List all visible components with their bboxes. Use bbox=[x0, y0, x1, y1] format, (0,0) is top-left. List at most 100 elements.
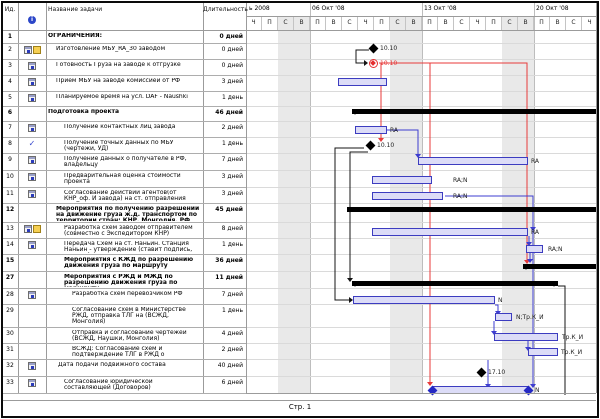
task-name-cell[interactable]: Разработка схем перевозчиком РФ bbox=[72, 291, 201, 303]
task-duration-cell[interactable]: 1 день bbox=[204, 94, 243, 101]
task-name-cell[interactable]: Получение точных данных по МБУ (чертежи,… bbox=[64, 140, 201, 152]
task-bar[interactable] bbox=[528, 348, 558, 356]
task-name-cell[interactable]: Мероприятия с КЖД по разрешению движения… bbox=[64, 257, 201, 270]
task-id-cell[interactable]: 11 bbox=[3, 190, 17, 197]
task-duration-cell[interactable]: 3 дней bbox=[204, 78, 243, 85]
task-id-cell[interactable]: 8 bbox=[3, 140, 17, 147]
task-duration-cell[interactable]: 1 день bbox=[204, 140, 243, 147]
task-duration-cell[interactable]: 0 дней bbox=[204, 62, 243, 69]
milestone-diamond[interactable] bbox=[368, 43, 378, 53]
task-id-cell[interactable]: 15 bbox=[3, 257, 17, 264]
task-name-cell[interactable]: ВСЖД: Согласование схем и подтверждение … bbox=[72, 346, 201, 358]
task-duration-cell[interactable]: 7 дней bbox=[204, 156, 243, 163]
task-id-cell[interactable]: 1 bbox=[3, 33, 17, 40]
day-header-cell: В bbox=[438, 16, 454, 30]
task-name-cell[interactable]: Изготовление МБУ_RA_30 заводом bbox=[56, 46, 201, 58]
column-header-duration[interactable]: Длительность bbox=[203, 6, 245, 13]
summary-bar[interactable] bbox=[523, 264, 596, 269]
link-line bbox=[495, 305, 498, 311]
task-bar[interactable] bbox=[353, 296, 495, 304]
task-id-cell[interactable]: 2 bbox=[3, 46, 17, 53]
task-bar[interactable] bbox=[338, 78, 387, 86]
task-name-cell[interactable]: Согласование действий агентов(от КНР_оф.… bbox=[64, 190, 201, 202]
task-name-cell[interactable]: Готовность Груза на заводе к отгрузке bbox=[56, 62, 201, 74]
task-name-cell[interactable]: Отправка и согласование чертежей (ВСЖД, … bbox=[72, 330, 201, 342]
chart-row-line bbox=[246, 222, 596, 223]
column-header-task-name[interactable]: Название задачи bbox=[48, 6, 102, 13]
task-id-cell[interactable]: 6 bbox=[3, 109, 17, 116]
task-bar[interactable] bbox=[418, 157, 528, 165]
chart-row-line bbox=[246, 359, 596, 360]
task-name-cell[interactable]: Предварительная оценка стоимости проекта bbox=[64, 173, 201, 186]
task-duration-cell[interactable]: 45 дней bbox=[204, 206, 243, 213]
indicator-icons bbox=[19, 124, 45, 132]
task-id-cell[interactable]: 30 bbox=[3, 330, 17, 337]
task-bar[interactable] bbox=[372, 192, 443, 200]
task-duration-cell[interactable]: 2 дней bbox=[204, 346, 243, 353]
task-id-cell[interactable]: 7 bbox=[3, 124, 17, 131]
task-duration-cell[interactable]: 4 дней bbox=[204, 330, 243, 337]
task-bar[interactable] bbox=[526, 245, 543, 253]
summary-bar[interactable] bbox=[352, 109, 596, 114]
task-name-cell[interactable]: Согласование схем в Министерстве РЖД, от… bbox=[72, 307, 201, 326]
task-name-cell[interactable]: Дата подачи подвижного состава bbox=[58, 362, 201, 375]
day-header-cell: В bbox=[294, 16, 310, 30]
summary-bar[interactable] bbox=[352, 281, 558, 286]
task-id-cell[interactable]: 28 bbox=[3, 291, 17, 298]
summary-bar[interactable] bbox=[347, 207, 596, 212]
task-id-cell[interactable]: 3 bbox=[3, 62, 17, 69]
task-duration-cell[interactable]: 36 дней bbox=[204, 257, 243, 264]
task-bar[interactable] bbox=[372, 176, 432, 184]
day-header-cell: С bbox=[342, 16, 358, 30]
task-name-cell[interactable]: Получение контактных лиц завода bbox=[64, 124, 201, 136]
task-id-cell[interactable]: 32 bbox=[3, 362, 17, 369]
task-name-cell[interactable]: Передача Схем на ст. Наньин. Станция Нан… bbox=[64, 241, 201, 253]
task-id-cell[interactable]: 4 bbox=[3, 78, 17, 85]
column-header-id[interactable]: Ид. bbox=[3, 6, 17, 13]
table-row-line bbox=[2, 153, 246, 154]
task-duration-cell[interactable]: 1 день bbox=[204, 241, 243, 248]
task-bar[interactable] bbox=[355, 126, 387, 134]
task-duration-cell[interactable]: 3 дней bbox=[204, 190, 243, 197]
task-duration-cell[interactable]: 6 дней bbox=[204, 379, 243, 386]
task-name-cell[interactable]: ОГРАНИЧЕНИЯ: bbox=[48, 33, 201, 42]
task-duration-cell[interactable]: 40 дней bbox=[204, 362, 243, 369]
table-row-line bbox=[2, 393, 246, 394]
task-duration-cell[interactable]: 1 день bbox=[204, 307, 243, 314]
task-name-cell[interactable]: Подготовка проекта bbox=[48, 109, 201, 120]
task-duration-cell[interactable]: 11 дней bbox=[204, 274, 243, 281]
task-bar[interactable] bbox=[494, 333, 558, 341]
table-row-line bbox=[2, 359, 246, 360]
task-duration-cell[interactable]: 0 дней bbox=[204, 46, 243, 53]
task-duration-cell[interactable]: 7 дней bbox=[204, 291, 243, 298]
task-name-cell[interactable]: Согласование юридической составляющей (Д… bbox=[64, 379, 201, 392]
task-name-cell[interactable]: Прием МБУ на заводе комиссией от РФ bbox=[56, 78, 201, 90]
info-column-icon[interactable]: i bbox=[28, 16, 36, 24]
task-name-cell[interactable]: Получение данных о получателе в РФ, влад… bbox=[64, 156, 201, 169]
task-name-cell[interactable]: Мероприятия с РЖД и МЖД по разрешению дв… bbox=[64, 274, 201, 287]
task-id-cell[interactable]: 10 bbox=[3, 173, 17, 180]
task-name-cell[interactable]: Мероприятия по получению разрешений на д… bbox=[56, 206, 201, 221]
task-bar[interactable] bbox=[495, 313, 512, 321]
task-duration-cell[interactable]: 2 дней bbox=[204, 124, 243, 131]
task-duration-cell[interactable]: 3 дней bbox=[204, 173, 243, 180]
task-name-cell[interactable]: Планируемое время на усл. DAF - Naushki bbox=[56, 94, 201, 105]
task-id-cell[interactable]: 12 bbox=[3, 206, 17, 213]
task-id-cell[interactable]: 14 bbox=[3, 241, 17, 248]
task-id-cell[interactable]: 9 bbox=[3, 156, 17, 163]
table-row-line bbox=[2, 91, 246, 92]
task-id-cell[interactable]: 13 bbox=[3, 225, 17, 232]
task-bar[interactable] bbox=[372, 228, 528, 236]
table-row-line bbox=[2, 327, 246, 328]
task-id-cell[interactable]: 5 bbox=[3, 94, 17, 101]
task-id-cell[interactable]: 29 bbox=[3, 307, 17, 314]
task-duration-cell[interactable]: 46 дней bbox=[204, 109, 243, 116]
task-id-cell[interactable]: 31 bbox=[3, 346, 17, 353]
task-id-cell[interactable]: 33 bbox=[3, 379, 17, 386]
milestone-diamond[interactable] bbox=[365, 140, 375, 150]
task-duration-cell[interactable]: 8 дней bbox=[204, 225, 243, 232]
task-duration-cell[interactable]: 0 дней bbox=[204, 33, 243, 40]
indicator-icons bbox=[19, 78, 45, 86]
task-name-cell[interactable]: Разработка схем заводом отправителем (со… bbox=[64, 225, 201, 237]
task-id-cell[interactable]: 27 bbox=[3, 274, 17, 281]
